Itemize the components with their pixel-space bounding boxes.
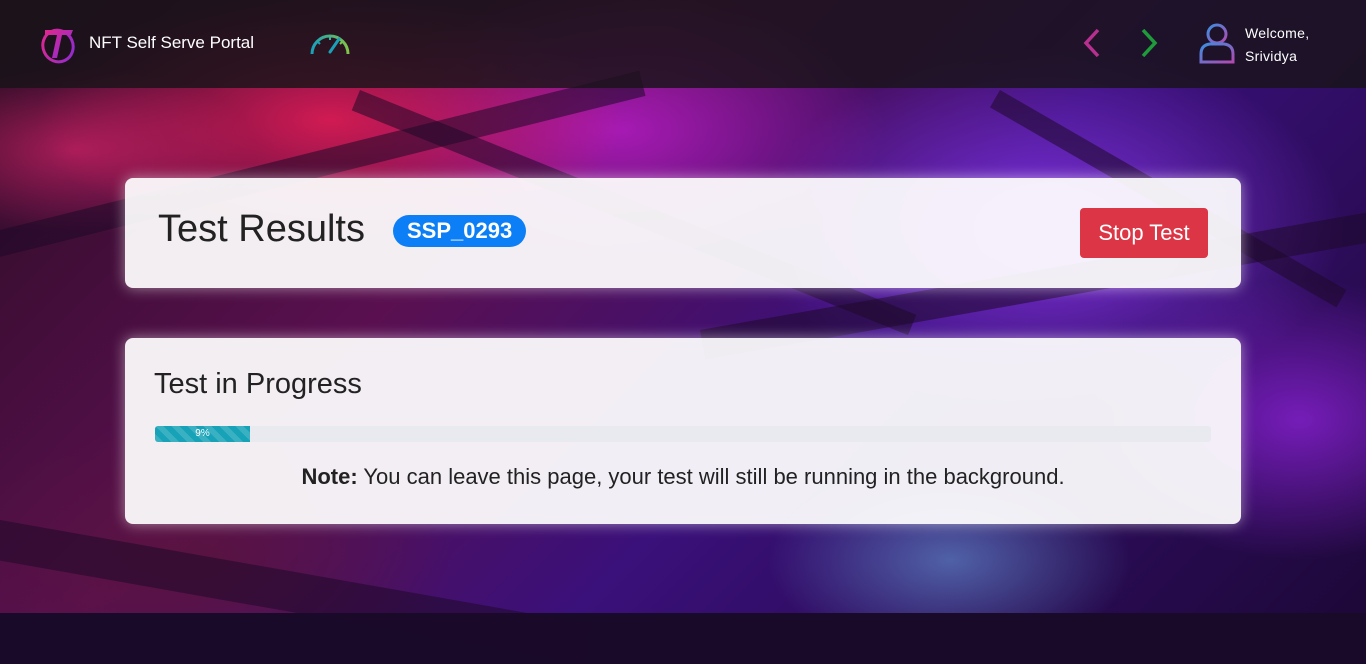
page-title: Test Results (158, 208, 365, 250)
test-id-badge: SSP_0293 (393, 215, 527, 247)
test-progress-card: Test in Progress 9% Note: You can leave … (125, 338, 1241, 524)
speedometer-icon[interactable] (308, 26, 352, 60)
stop-test-button[interactable]: Stop Test (1080, 208, 1208, 258)
background-note: Note: You can leave this page, your test… (125, 464, 1241, 490)
user-avatar-icon[interactable] (1198, 22, 1236, 64)
brand-title[interactable]: NFT Self Serve Portal (89, 33, 254, 53)
test-results-card: Test Results SSP_0293 Stop Test (125, 178, 1241, 288)
welcome-username: Srividya (1245, 48, 1298, 64)
note-text: You can leave this page, your test will … (363, 464, 1065, 489)
progress-bar: 9% (155, 426, 1211, 442)
chevron-right-icon[interactable] (1138, 27, 1160, 59)
chevron-left-icon[interactable] (1081, 27, 1103, 59)
progress-bar-fill: 9% (155, 426, 251, 442)
telstra-t-logo-icon[interactable] (40, 22, 80, 64)
progress-title: Test in Progress (154, 368, 362, 400)
top-navbar: NFT Self Serve Portal Welcome, Srividya (0, 0, 1366, 88)
note-label: Note: (301, 464, 358, 489)
welcome-greeting: Welcome, (1245, 25, 1310, 41)
welcome-text[interactable]: Welcome, Srividya (1245, 22, 1309, 68)
